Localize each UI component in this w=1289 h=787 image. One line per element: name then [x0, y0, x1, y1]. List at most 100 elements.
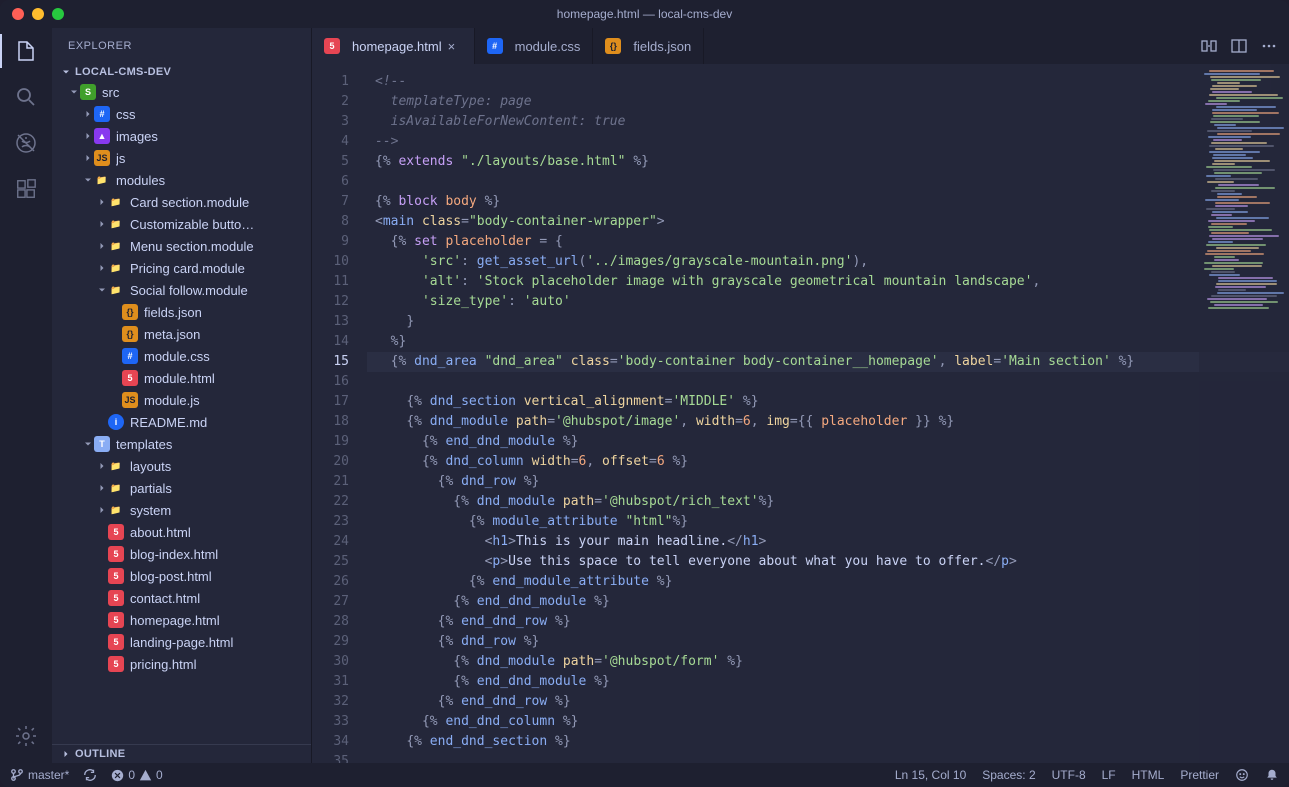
tree-item-partials[interactable]: 📁partials	[52, 477, 311, 499]
tree-item-images[interactable]: ▲images	[52, 125, 311, 147]
tree-item-landing-page-html[interactable]: 5landing-page.html	[52, 631, 311, 653]
close-icon[interactable]: ×	[448, 39, 462, 54]
tree-item-card-section-module[interactable]: 📁Card section.module	[52, 191, 311, 213]
line-gutter[interactable]: 1234567891011121314151617181920212223242…	[312, 64, 367, 763]
tree-item-social-follow-module[interactable]: 📁Social follow.module	[52, 279, 311, 301]
info-icon: i	[108, 414, 124, 430]
activity-bar	[0, 28, 52, 763]
problems-indicator[interactable]: 0 0	[111, 768, 162, 782]
tree-item-src[interactable]: Ssrc	[52, 81, 311, 103]
folder-icon: 📁	[108, 480, 124, 496]
main-area: EXPLORER LOCAL-CMS-DEV Ssrc#css▲imagesJS…	[0, 28, 1289, 763]
folder-icon: 📁	[108, 282, 124, 298]
html-icon: 5	[108, 590, 124, 606]
css-icon: #	[487, 38, 503, 54]
chevron-down-icon	[96, 284, 108, 296]
chevron-right-icon	[96, 196, 108, 208]
tree-item-blog-index-html[interactable]: 5blog-index.html	[52, 543, 311, 565]
tree-item-pricing-card-module[interactable]: 📁Pricing card.module	[52, 257, 311, 279]
minimap[interactable]	[1199, 64, 1289, 763]
tree-item-meta-json[interactable]: {}meta.json	[52, 323, 311, 345]
more-icon[interactable]	[1261, 38, 1277, 54]
tree-item-menu-section-module[interactable]: 📁Menu section.module	[52, 235, 311, 257]
chevron-down-icon	[68, 86, 80, 98]
search-icon[interactable]	[13, 84, 39, 110]
titlebar[interactable]: homepage.html — local-cms-dev	[0, 0, 1289, 28]
file-tree[interactable]: Ssrc#css▲imagesJSjs📁modules📁Card section…	[52, 81, 311, 744]
editor-area: 5homepage.html×#module.css{}fields.json …	[312, 28, 1289, 763]
feedback-icon[interactable]	[1235, 768, 1249, 782]
html-icon: 5	[324, 38, 340, 54]
bell-icon[interactable]	[1265, 768, 1279, 782]
folder-icon: 📁	[108, 502, 124, 518]
json-icon: {}	[605, 38, 621, 54]
editor[interactable]: 1234567891011121314151617181920212223242…	[312, 64, 1289, 763]
folder-css-icon: #	[94, 106, 110, 122]
chevron-right-icon	[96, 262, 108, 274]
window: homepage.html — local-cms-dev EXPLOR	[0, 0, 1289, 787]
chevron-right-icon	[82, 130, 94, 142]
code-content[interactable]: <!-- templateType: page isAvailableForNe…	[367, 64, 1289, 763]
folder-tpl-icon: T	[94, 436, 110, 452]
tree-item-pricing-html[interactable]: 5pricing.html	[52, 653, 311, 675]
git-branch[interactable]: master*	[10, 768, 69, 782]
tree-item-modules[interactable]: 📁modules	[52, 169, 311, 191]
window-title: homepage.html — local-cms-dev	[557, 7, 732, 21]
folder-js-icon: JS	[94, 150, 110, 166]
tree-item-contact-html[interactable]: 5contact.html	[52, 587, 311, 609]
tree-item-readme-md[interactable]: iREADME.md	[52, 411, 311, 433]
tree-item-js[interactable]: JSjs	[52, 147, 311, 169]
css-icon: #	[122, 348, 138, 364]
tree-item-module-html[interactable]: 5module.html	[52, 367, 311, 389]
html-icon: 5	[108, 524, 124, 540]
project-name: LOCAL-CMS-DEV	[75, 66, 171, 78]
tree-item-about-html[interactable]: 5about.html	[52, 521, 311, 543]
chevron-right-icon	[82, 152, 94, 164]
outline-section-header[interactable]: OUTLINE	[52, 744, 311, 763]
html-icon: 5	[108, 656, 124, 672]
tree-item-module-js[interactable]: JSmodule.js	[52, 389, 311, 411]
sync-button[interactable]	[83, 768, 97, 782]
compare-icon[interactable]	[1201, 38, 1217, 54]
tree-item-customizable-butto-[interactable]: 📁Customizable butto…	[52, 213, 311, 235]
folder-icon: 📁	[108, 216, 124, 232]
outline-label: OUTLINE	[75, 748, 125, 760]
language-mode[interactable]: HTML	[1132, 768, 1165, 782]
encoding[interactable]: UTF-8	[1052, 768, 1086, 782]
tab-homepage-html[interactable]: 5homepage.html×	[312, 28, 475, 64]
folder-icon: 📁	[108, 458, 124, 474]
explorer-icon[interactable]	[13, 38, 39, 64]
split-editor-icon[interactable]	[1231, 38, 1247, 54]
html-icon: 5	[108, 634, 124, 650]
extensions-icon[interactable]	[13, 176, 39, 202]
json-icon: {}	[122, 326, 138, 342]
tree-item-templates[interactable]: Ttemplates	[52, 433, 311, 455]
tree-item-layouts[interactable]: 📁layouts	[52, 455, 311, 477]
maximize-window-icon[interactable]	[52, 8, 64, 20]
tree-item-homepage-html[interactable]: 5homepage.html	[52, 609, 311, 631]
formatter[interactable]: Prettier	[1180, 768, 1219, 782]
tab-actions	[1189, 28, 1289, 64]
tab-fields-json[interactable]: {}fields.json	[593, 28, 704, 64]
tree-item-css[interactable]: #css	[52, 103, 311, 125]
traffic-lights	[12, 8, 64, 20]
folder-icon: 📁	[108, 260, 124, 276]
tree-item-fields-json[interactable]: {}fields.json	[52, 301, 311, 323]
debug-disabled-icon[interactable]	[13, 130, 39, 156]
minimize-window-icon[interactable]	[32, 8, 44, 20]
chevron-right-icon	[96, 504, 108, 516]
html-icon: 5	[108, 568, 124, 584]
folder-img-icon: ▲	[94, 128, 110, 144]
tree-item-module-css[interactable]: #module.css	[52, 345, 311, 367]
gear-icon[interactable]	[13, 723, 39, 749]
cursor-position[interactable]: Ln 15, Col 10	[895, 768, 966, 782]
indent-setting[interactable]: Spaces: 2	[982, 768, 1035, 782]
close-window-icon[interactable]	[12, 8, 24, 20]
folder-icon: 📁	[108, 194, 124, 210]
project-section-header[interactable]: LOCAL-CMS-DEV	[52, 63, 311, 81]
tab-module-css[interactable]: #module.css	[475, 28, 594, 64]
tree-item-system[interactable]: 📁system	[52, 499, 311, 521]
chevron-down-icon	[82, 174, 94, 186]
tree-item-blog-post-html[interactable]: 5blog-post.html	[52, 565, 311, 587]
eol[interactable]: LF	[1102, 768, 1116, 782]
